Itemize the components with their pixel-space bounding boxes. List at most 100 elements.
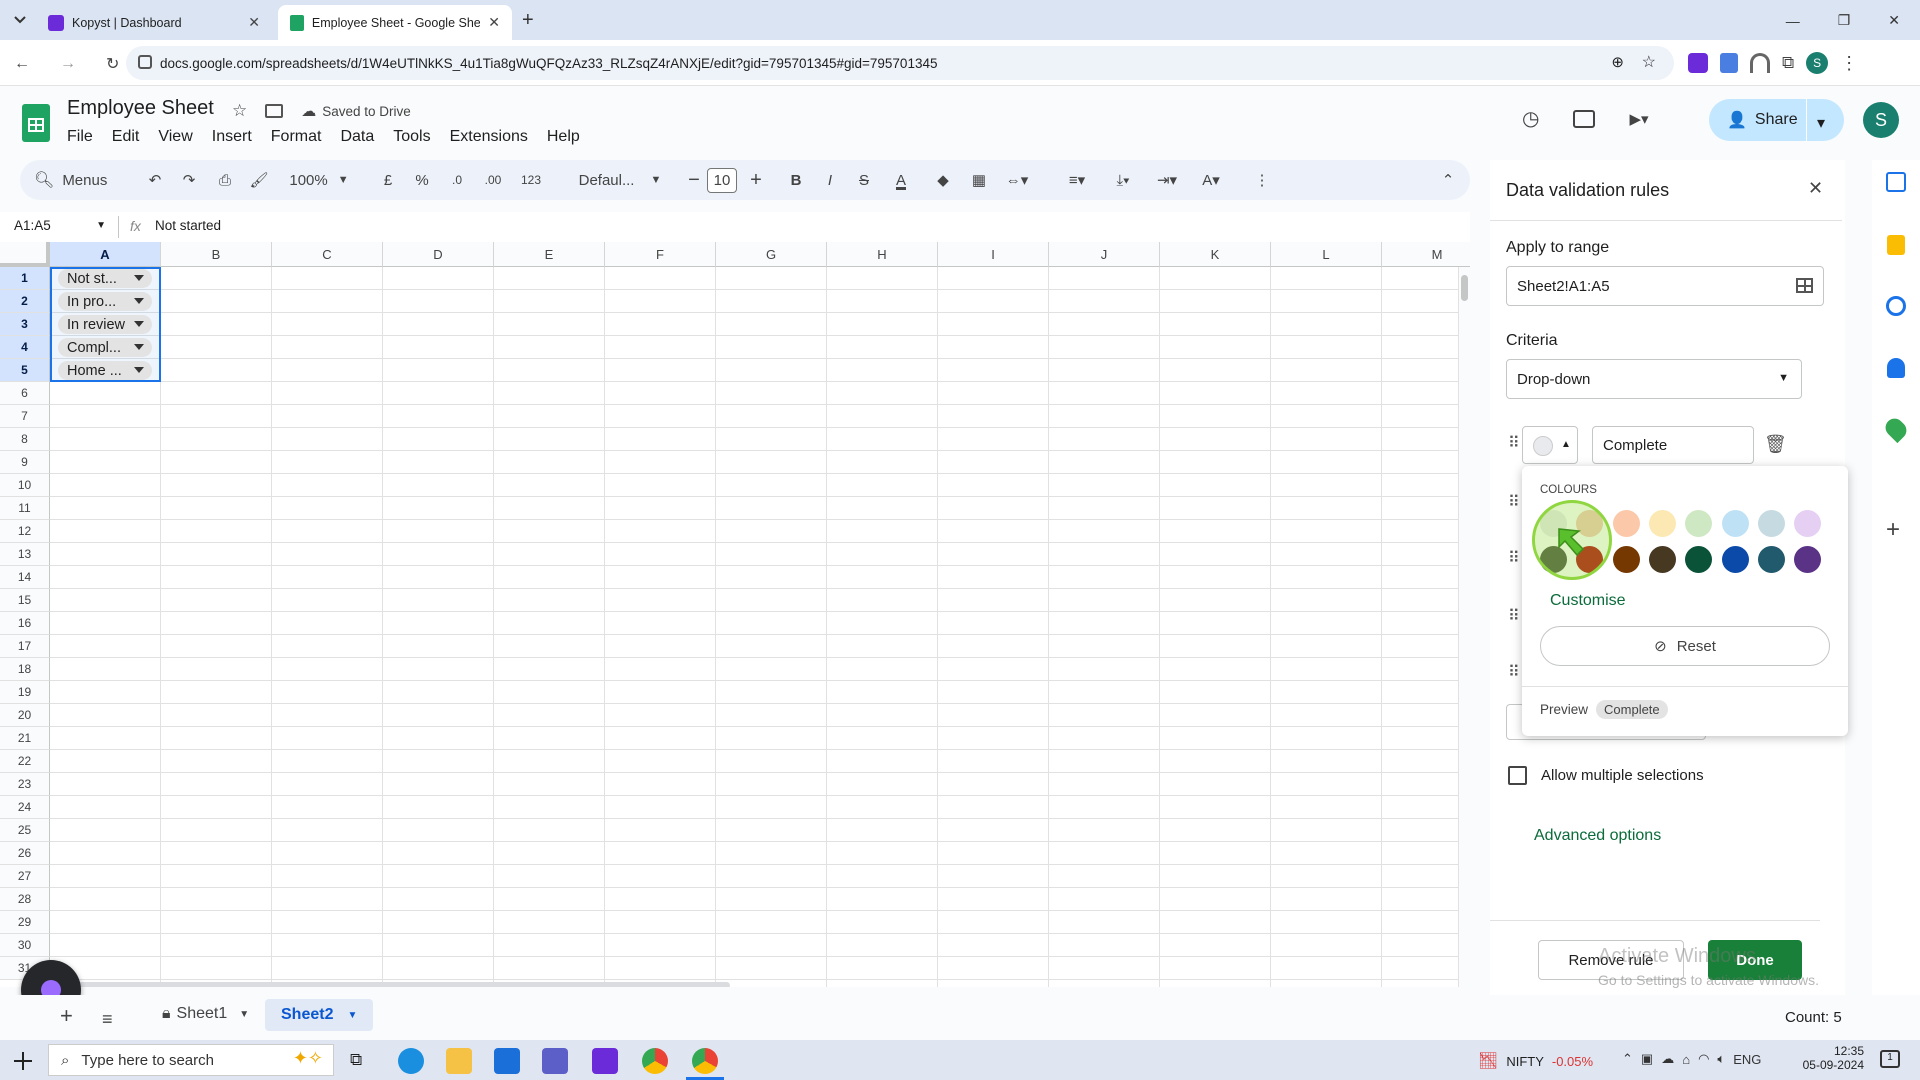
share-button[interactable]: 👤 Share ▾ bbox=[1709, 99, 1844, 141]
row-header[interactable]: 10 bbox=[0, 474, 50, 497]
row-header[interactable]: 20 bbox=[0, 704, 50, 727]
taskbar-search-field[interactable]: ⌕ Type here to search ✦✧ bbox=[48, 1044, 334, 1076]
row-header[interactable]: 29 bbox=[0, 911, 50, 934]
maps-icon[interactable] bbox=[1881, 414, 1911, 444]
meet-video-icon[interactable]: ▶▾ bbox=[1629, 110, 1648, 128]
tab-employee-sheet[interactable]: Employee Sheet - Google Sheets ✕ bbox=[278, 5, 512, 40]
colour-swatch[interactable] bbox=[1721, 510, 1749, 537]
file-explorer-icon[interactable] bbox=[446, 1048, 472, 1074]
colour-swatch[interactable] bbox=[1685, 510, 1713, 537]
vertical-align-icon[interactable]: ⤓▾ bbox=[1106, 160, 1140, 200]
advanced-options-link[interactable]: Advanced options bbox=[1534, 827, 1661, 845]
nifty-widget[interactable]: 📉︎ NIFTY -0.05% bbox=[1478, 1051, 1593, 1071]
dropdown-chip[interactable]: Not st... bbox=[58, 269, 152, 288]
row-header[interactable]: 5 bbox=[0, 359, 50, 382]
menu-tools[interactable]: Tools bbox=[393, 128, 430, 146]
column-header[interactable]: E bbox=[494, 242, 605, 267]
windows-start-icon[interactable] bbox=[14, 1052, 32, 1070]
sheet-tab-sheet2[interactable]: Sheet2 ▼ bbox=[265, 999, 374, 1031]
vertical-scrollbar[interactable] bbox=[1458, 267, 1470, 987]
close-icon[interactable]: ✕ bbox=[488, 14, 500, 31]
version-history-icon[interactable]: ◷ bbox=[1522, 106, 1539, 131]
row-header[interactable]: 16 bbox=[0, 612, 50, 635]
row-header[interactable]: 3 bbox=[0, 313, 50, 336]
row-header[interactable]: 17 bbox=[0, 635, 50, 658]
decrease-decimal-button[interactable]: .0 bbox=[444, 160, 470, 200]
save-status[interactable]: ☁ Saved to Drive bbox=[301, 102, 411, 120]
paint-format-icon[interactable]: 🖌︎ bbox=[246, 160, 272, 200]
add-addon-icon[interactable]: + bbox=[1886, 516, 1900, 544]
menu-insert[interactable]: Insert bbox=[212, 128, 252, 146]
notification-icon[interactable]: 1 bbox=[1880, 1050, 1900, 1068]
extensions-puzzle-icon[interactable]: ⧉ bbox=[1782, 53, 1794, 73]
menus-search-button[interactable]: 🔍︎ Menus bbox=[34, 160, 134, 200]
row-header[interactable]: 7 bbox=[0, 405, 50, 428]
row-header[interactable]: 12 bbox=[0, 520, 50, 543]
horizontal-align-icon[interactable]: ≡▾ bbox=[1058, 160, 1096, 200]
range-input[interactable]: Sheet2!A1:A5 bbox=[1506, 266, 1824, 306]
share-dropdown-icon[interactable]: ▾ bbox=[1817, 113, 1825, 133]
extension-doc-icon[interactable] bbox=[1720, 53, 1738, 73]
horizontal-scrollbar[interactable] bbox=[50, 982, 730, 987]
strikethrough-button[interactable]: S bbox=[854, 160, 874, 200]
column-header[interactable]: B bbox=[161, 242, 272, 267]
menu-data[interactable]: Data bbox=[340, 128, 374, 146]
chrome-profile-icon[interactable] bbox=[692, 1048, 718, 1074]
row-header[interactable]: 14 bbox=[0, 566, 50, 589]
mail-icon[interactable] bbox=[494, 1048, 520, 1074]
menu-edit[interactable]: Edit bbox=[112, 128, 140, 146]
keep-icon[interactable] bbox=[1887, 235, 1905, 255]
url-field[interactable]: docs.google.com/spreadsheets/d/1W4eUTlNk… bbox=[126, 46, 1674, 80]
row-header[interactable]: 18 bbox=[0, 658, 50, 681]
tasks-icon[interactable] bbox=[1886, 296, 1906, 316]
undo-icon[interactable]: ↶ bbox=[142, 160, 168, 200]
row-header[interactable]: 19 bbox=[0, 681, 50, 704]
close-icon[interactable]: ✕ bbox=[1808, 178, 1823, 199]
row-header[interactable]: 23 bbox=[0, 773, 50, 796]
drag-handle-icon[interactable]: ⠿ bbox=[1508, 492, 1520, 512]
extension-arc-icon[interactable] bbox=[1750, 53, 1770, 73]
print-icon[interactable]: ⎙ bbox=[212, 160, 238, 200]
zoom-select[interactable]: 100% ▼ bbox=[284, 160, 354, 200]
colour-swatch[interactable] bbox=[1685, 546, 1713, 573]
merge-cells-icon[interactable]: ⇔▾ bbox=[1000, 160, 1034, 200]
drag-handle-icon[interactable]: ⠿ bbox=[1508, 548, 1520, 568]
column-header[interactable]: A bbox=[50, 242, 161, 267]
menu-view[interactable]: View bbox=[158, 128, 192, 146]
column-header[interactable]: M bbox=[1382, 242, 1470, 267]
status-count[interactable]: Count: 5 bbox=[1785, 1009, 1842, 1026]
move-folder-icon[interactable] bbox=[265, 104, 284, 118]
text-color-button[interactable]: A bbox=[888, 160, 914, 200]
contacts-icon[interactable] bbox=[1887, 358, 1905, 378]
menu-file[interactable]: File bbox=[67, 128, 93, 146]
row-header[interactable]: 15 bbox=[0, 589, 50, 612]
all-sheets-icon[interactable]: ≡ bbox=[102, 1009, 113, 1030]
row-header[interactable]: 21 bbox=[0, 727, 50, 750]
site-info-icon[interactable] bbox=[138, 55, 152, 69]
column-header[interactable]: H bbox=[827, 242, 938, 267]
column-header[interactable]: K bbox=[1160, 242, 1271, 267]
colour-swatch[interactable] bbox=[1721, 546, 1749, 573]
restore-icon[interactable]: ❐ bbox=[1838, 12, 1851, 29]
row-header[interactable]: 1 bbox=[0, 267, 50, 290]
extension-kopyst-icon[interactable] bbox=[1688, 53, 1708, 73]
percent-button[interactable]: % bbox=[412, 160, 432, 200]
tab-search-chevron-icon[interactable] bbox=[10, 10, 30, 30]
close-icon[interactable]: ✕ bbox=[248, 14, 260, 31]
trash-icon[interactable]: 🗑︎ bbox=[1764, 434, 1787, 455]
text-wrap-icon[interactable]: ⇥▾ bbox=[1150, 160, 1184, 200]
task-view-icon[interactable]: ⧉ bbox=[350, 1050, 362, 1070]
add-sheet-icon[interactable]: + bbox=[60, 1003, 73, 1029]
document-title[interactable]: Employee Sheet bbox=[67, 97, 214, 120]
profile-avatar[interactable]: S bbox=[1806, 52, 1829, 74]
colour-swatch[interactable] bbox=[1648, 510, 1676, 537]
account-avatar[interactable]: S bbox=[1863, 102, 1899, 138]
currency-button[interactable]: £ bbox=[378, 160, 398, 200]
redo-icon[interactable]: ↷ bbox=[176, 160, 202, 200]
chrome-icon[interactable] bbox=[642, 1048, 668, 1074]
colour-swatch[interactable] bbox=[1794, 510, 1822, 537]
back-icon[interactable]: ← bbox=[14, 55, 30, 73]
kopyst-taskbar-icon[interactable] bbox=[592, 1048, 618, 1074]
sheet-tab-sheet1[interactable]: 🔒︎ Sheet1 ▼ bbox=[162, 1005, 249, 1023]
column-header[interactable]: L bbox=[1271, 242, 1382, 267]
